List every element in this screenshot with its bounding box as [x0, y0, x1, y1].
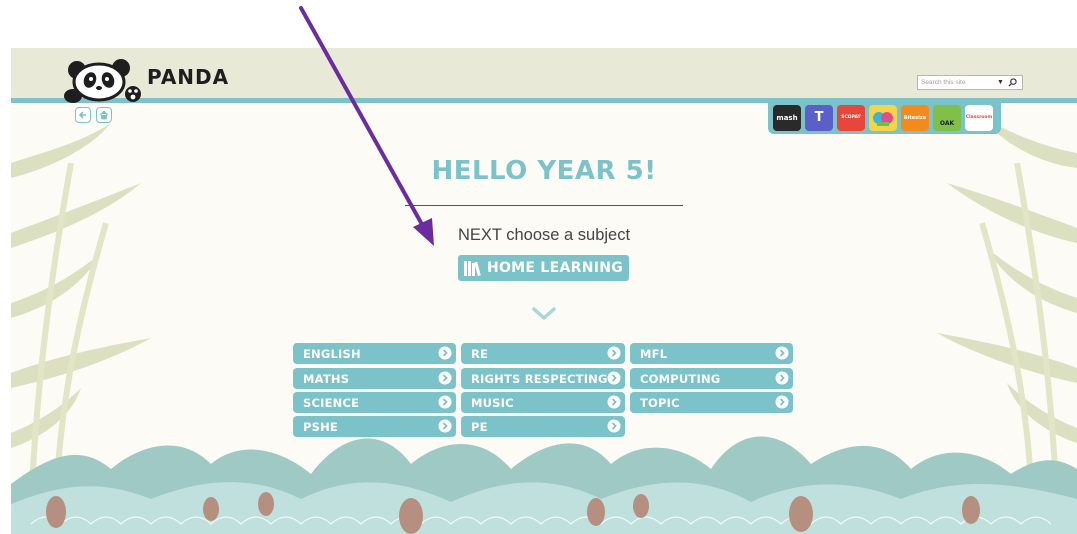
arrow-right-circle-icon [607, 346, 621, 360]
home-learning-button[interactable]: HOME LEARNING [458, 255, 629, 281]
app-shortcuts-bar: mash T SCOPAY Bitesize OAK Classroom [768, 101, 1001, 134]
home-icon [99, 110, 109, 120]
site-logo-text[interactable]: PANDA [147, 65, 229, 89]
search-input[interactable] [918, 76, 990, 89]
arrow-right-circle-icon [607, 371, 621, 385]
books-icon [463, 260, 481, 276]
classroom-secrets-app-icon[interactable]: Classroom [965, 104, 993, 131]
page-subtitle: NEXT choose a subject [457, 226, 631, 244]
subject-label: COMPUTING [640, 371, 721, 386]
rockstar-icon [873, 111, 893, 126]
page-title: HELLO YEAR 5! [431, 156, 657, 186]
search-icon[interactable] [1008, 78, 1017, 87]
back-button[interactable] [75, 107, 91, 123]
arrow-right-circle-icon [438, 371, 452, 385]
app-label: mash [776, 113, 798, 122]
subject-label: MFL [640, 346, 668, 361]
subject-label: ENGLISH [303, 346, 361, 361]
home-learning-label: HOME LEARNING [486, 260, 624, 276]
title-divider [405, 205, 683, 206]
app-label: T [814, 110, 824, 125]
arrow-right-circle-icon [438, 346, 452, 360]
bbc-bitesize-app-icon[interactable]: Bitesize [901, 104, 929, 131]
subject-button-mfl[interactable]: MFL [630, 343, 793, 364]
arrow-right-circle-icon [607, 395, 621, 409]
search-box[interactable]: ▼ [917, 75, 1023, 90]
subject-button-computing[interactable]: COMPUTING [630, 368, 793, 389]
subject-button-english[interactable]: ENGLISH [293, 343, 456, 364]
screenshot: PANDA ▼ mash T [0, 0, 1077, 534]
search-dropdown-caret[interactable]: ▼ [997, 79, 1004, 86]
subject-label: MUSIC [471, 395, 514, 410]
subject-button-music[interactable]: MUSIC [461, 392, 625, 413]
arrow-left-icon [78, 111, 86, 119]
subject-label: SCIENCE [303, 395, 360, 410]
school-website: PANDA ▼ mash T [11, 48, 1077, 534]
subject-label: RE [471, 346, 489, 361]
purple-mash-app-icon[interactable]: mash [773, 104, 801, 131]
ttrockstars-app-icon[interactable] [869, 104, 897, 131]
app-label: Bitesize [903, 114, 927, 121]
oak-app-icon[interactable]: OAK [933, 104, 961, 131]
scopay-app-icon[interactable]: SCOPAY [837, 104, 865, 131]
home-button[interactable] [96, 107, 112, 123]
subject-button-topic[interactable]: TOPIC [630, 392, 793, 413]
chevron-down-icon [532, 307, 556, 320]
subject-label: RIGHTS RESPECTING [471, 371, 608, 386]
subject-button-rights-respecting[interactable]: RIGHTS RESPECTING [461, 368, 625, 389]
app-label: Classroom [965, 115, 993, 120]
arrow-right-circle-icon [775, 395, 789, 409]
subject-label: TOPIC [640, 395, 680, 410]
otters-scenery [11, 436, 1077, 534]
app-label: SCOPAY [841, 115, 861, 120]
app-label: OAK [939, 120, 955, 127]
arrow-right-circle-icon [775, 346, 789, 360]
teams-app-icon[interactable]: T [805, 104, 833, 131]
subject-button-re[interactable]: RE [461, 343, 625, 364]
subject-button-science[interactable]: SCIENCE [293, 392, 456, 413]
panda-logo-icon[interactable] [63, 58, 147, 104]
subject-button-maths[interactable]: MATHS [293, 368, 456, 389]
arrow-right-circle-icon [775, 371, 789, 385]
arrow-right-circle-icon [438, 395, 452, 409]
subject-label: MATHS [303, 371, 350, 386]
